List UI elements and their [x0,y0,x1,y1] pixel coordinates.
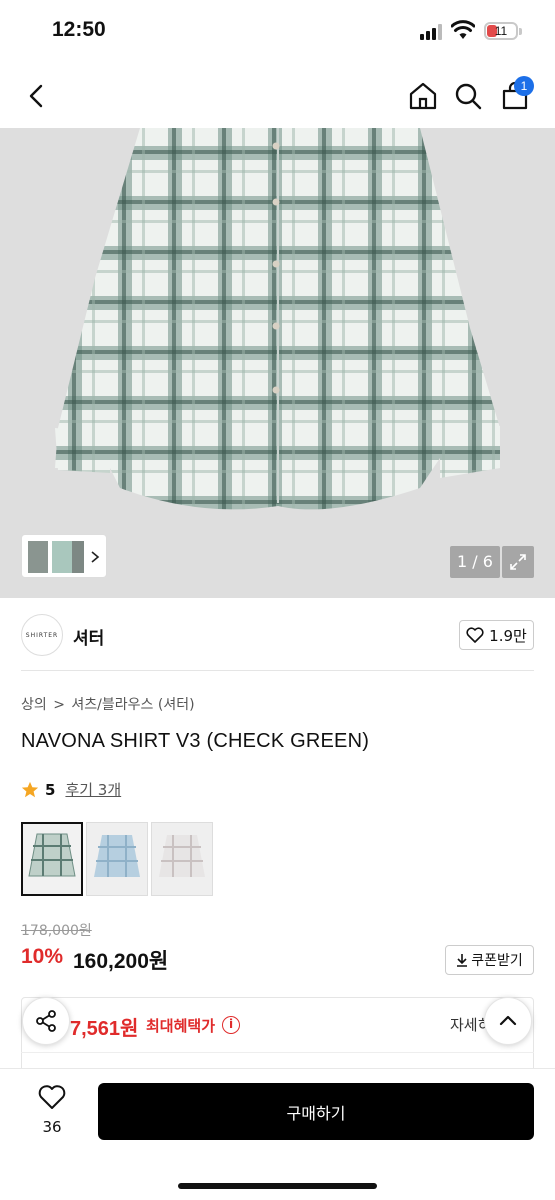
max-benefit-price: 7,561원 [70,1018,139,1040]
wishlist-button[interactable]: 36 [30,1084,74,1136]
breadcrumb: 상의 > 셔츠/블라우스 (셔터) [21,694,197,714]
color-option-grey[interactable] [151,822,213,896]
divider [21,670,534,671]
info-icon[interactable]: i [222,1016,240,1034]
wifi-icon [451,20,475,39]
breadcrumb-level1[interactable]: 상의 [21,697,47,713]
image-thumbnail-strip[interactable] [21,534,107,578]
product-title: NAVONA SHIRT V3 (CHECK GREEN) [21,730,370,752]
brand-logo-text: SHIRTER [25,631,59,639]
home-indicator [178,1183,377,1189]
share-button[interactable] [22,997,70,1045]
status-bar: 12:50 11 [0,0,555,64]
top-nav [0,64,555,128]
expand-icon[interactable] [502,546,534,578]
rating-row: 5 후기 3개 [21,779,121,800]
chevron-right-icon[interactable] [90,550,100,564]
back-icon[interactable] [17,76,57,116]
breadcrumb-level2[interactable]: 셔츠/블라우스 (셔터) [71,697,194,713]
battery-icon: 11 [484,22,518,40]
brand-name[interactable]: 셔터 [73,624,104,649]
thumbnail-3[interactable] [72,541,84,573]
coupon-button[interactable]: 쿠폰받기 [445,945,534,975]
wishlist-count: 36 [42,1118,62,1136]
rating-score: 5 [45,780,56,799]
sale-price: 160,200원 [73,950,169,973]
breadcrumb-separator: > [53,697,65,713]
share-icon [36,1010,56,1032]
download-icon [457,954,468,967]
heart-icon [466,627,484,643]
heart-icon [38,1085,66,1109]
cart-count-badge: 1 [514,76,534,96]
brand-like-count: 1.9만 [489,626,527,645]
chevron-up-icon [499,1015,517,1026]
signal-icon [420,24,444,40]
discount-rate: 10% [21,945,64,968]
original-price: 178,000원 [21,923,92,939]
divider [21,1052,534,1053]
color-option-blue[interactable] [86,822,148,896]
buy-button[interactable]: 구매하기 [98,1083,534,1140]
review-link[interactable]: 후기 3개 [65,779,121,800]
status-time: 12:50 [52,18,106,41]
thumbnail-1[interactable] [28,541,48,573]
brand-like-button[interactable]: 1.9만 [459,620,534,650]
product-image [0,128,555,598]
product-image-gallery[interactable] [0,128,555,598]
thumbnail-2[interactable] [52,541,72,573]
max-benefit-label: 최대혜택가 [146,1017,216,1035]
battery-level: 11 [494,24,508,38]
brand-logo[interactable]: SHIRTER [21,614,63,656]
search-icon[interactable] [448,76,488,116]
star-icon [21,781,39,797]
scroll-top-button[interactable] [484,997,532,1045]
color-option-green[interactable] [21,822,83,896]
coupon-label: 쿠폰받기 [471,953,523,969]
image-counter: 1 / 6 [450,546,500,578]
home-icon[interactable] [403,76,443,116]
